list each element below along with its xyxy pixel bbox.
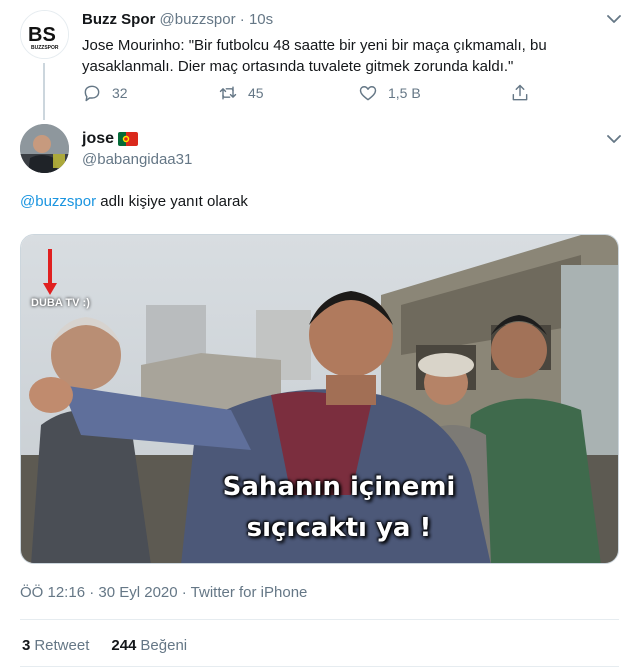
reply-author-handle[interactable]: @babangidaa31 [82,151,192,168]
reply-button[interactable]: 32 [82,83,128,103]
tweet-header: Buzz Spor @buzzspor · 10s [82,11,273,28]
reply-count: 32 [112,85,128,101]
tweet-meta: ÖÖ 12:16 · 30 Eyl 2020 · Twitter for iPh… [20,584,307,601]
retweet-stat-count: 3 [22,637,31,654]
like-stat-label: Beğeni [140,637,188,654]
media-caption-line2: sıçıcaktı ya ! [246,513,432,543]
jose-avatar[interactable] [20,124,69,173]
tweet-stats: 3 Retweet 244 Beğeni [22,637,187,654]
reply-author-name[interactable]: jose [82,130,139,148]
author-name[interactable]: Buzz Spor [82,11,155,28]
original-tweet[interactable]: BS BUZZSPOR Buzz Spor @buzzspor · 10s Jo… [0,0,635,120]
thread-line [43,63,45,120]
retweet-stat-label: Retweet [34,637,90,654]
like-stat[interactable]: 244 Beğeni [111,637,187,654]
reply-tweet: jose @babangidaa31 @buzzspor adlı kişiye… [0,118,635,670]
tweet-time[interactable]: 10s [249,11,273,28]
replying-to: @buzzspor adlı kişiye yanıt olarak [20,193,248,210]
chevron-down-icon[interactable] [607,134,621,144]
chevron-down-icon[interactable] [607,14,621,24]
avatar-logo-sub: BUZZSPOR [31,45,59,51]
separator: · [239,11,245,28]
tweet-source[interactable]: Twitter for iPhone [191,584,308,601]
media-watermark: DUBA TV :) [31,297,90,309]
mention-link[interactable]: @buzzspor [20,193,96,210]
share-button[interactable] [510,83,530,103]
portugal-flag-icon [118,132,139,146]
retweet-count: 45 [248,85,264,101]
media-caption-line1: Sahanın içinemi [222,472,456,502]
tweet-media[interactable]: DUBA TV :) Sahanın içinemi sıçıcaktı ya … [20,234,619,564]
reply-author-name-text: jose [82,130,115,147]
divider [20,666,619,667]
retweet-button[interactable]: 45 [218,83,264,103]
share-icon [512,84,528,101]
tweet-text: Jose Mourinho: "Bir futbolcu 48 saatte b… [82,37,547,75]
author-handle[interactable]: @buzzspor [160,11,236,28]
like-count: 1,5 B [388,85,421,101]
replying-to-label: adlı kişiye yanıt olarak [96,193,248,210]
divider [20,619,619,620]
tweet-timestamp[interactable]: ÖÖ 12:16 · 30 Eyl 2020 · [20,584,191,601]
like-stat-count: 244 [111,637,137,654]
retweet-icon [219,86,237,100]
buzzspor-avatar[interactable]: BS BUZZSPOR [20,10,69,59]
avatar-logo-bs: BS [28,24,56,46]
heart-icon [359,86,377,101]
like-button[interactable]: 1,5 B [358,83,421,103]
tweet-actions: 32 45 1,5 B [82,83,542,105]
retweet-stat[interactable]: 3 Retweet [22,637,89,654]
reply-icon [84,85,100,102]
